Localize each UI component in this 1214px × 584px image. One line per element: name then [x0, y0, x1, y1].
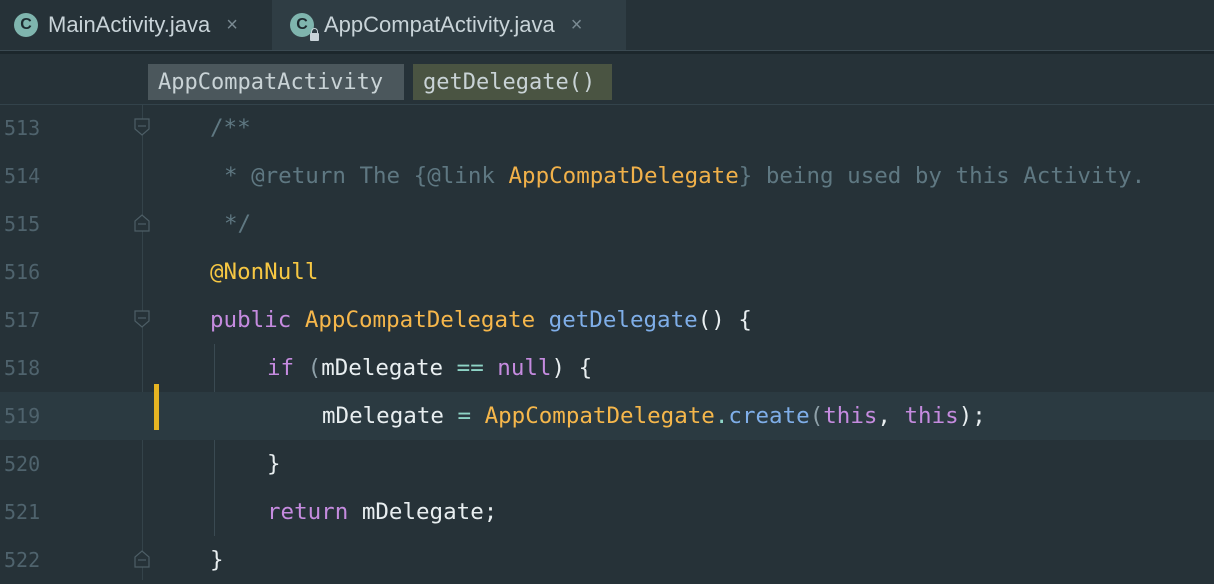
operator-token: = [457, 403, 472, 429]
punct-token: () { [697, 307, 752, 333]
keyword-token: this [904, 403, 959, 429]
identifier-token[interactable]: mDelegate [362, 499, 484, 525]
class-c-locked-icon: C [290, 13, 319, 41]
close-icon[interactable]: × [226, 14, 238, 37]
vcs-change-marker[interactable] [154, 384, 159, 430]
punct-token: ( [294, 355, 322, 381]
code-text: @NonNull [210, 248, 318, 296]
punct-token: ; [483, 499, 498, 525]
method-call-token[interactable]: create [728, 403, 809, 429]
code-text: } [210, 536, 224, 584]
punct-token: ); [958, 403, 986, 429]
code-line: 520 } [0, 440, 1214, 488]
code-text: public AppCompatDelegate getDelegate() { [210, 296, 752, 344]
line-number: 517 [4, 308, 41, 332]
code-text: } [267, 440, 281, 488]
breadcrumb-method[interactable]: getDelegate() [413, 64, 612, 100]
code-text: /** [210, 104, 251, 152]
close-icon[interactable]: × [571, 14, 583, 37]
keyword-token: public [210, 307, 292, 333]
line-number: 515 [4, 212, 41, 236]
tab-label: MainActivity.java [48, 12, 211, 37]
code-text: if (mDelegate == null) { [267, 344, 592, 392]
comment-token: /** [210, 115, 251, 141]
code-line: 521 return mDelegate; [0, 488, 1214, 536]
keyword-token: if [267, 355, 295, 381]
code-editor[interactable]: 513 /** 514 * @return The {@link AppComp… [0, 104, 1214, 580]
tab-main-activity[interactable]: C MainActivity.java × [0, 0, 270, 50]
tab-label: AppCompatActivity.java [324, 12, 555, 37]
tab-appcompat-activity[interactable]: C AppCompatActivity.java × [272, 0, 626, 54]
fold-end-icon[interactable] [134, 214, 150, 232]
comment-token: * @return The {@link [224, 163, 509, 189]
fold-start-icon[interactable] [134, 310, 150, 328]
code-line-current: 519 mDelegate = AppCompatDelegate.create… [0, 392, 1214, 440]
type-token[interactable]: AppCompatDelegate [485, 403, 715, 429]
line-number: 519 [4, 404, 41, 428]
icon-letter: C [296, 16, 308, 33]
code-line: 513 /** [0, 104, 1214, 152]
punct-token: } [267, 451, 281, 477]
annotation-token: @NonNull [210, 259, 319, 285]
line-number: 520 [4, 452, 41, 476]
operator-token: == [456, 355, 484, 381]
code-text: */ [224, 200, 251, 248]
line-number: 518 [4, 356, 41, 380]
line-number: 522 [4, 548, 41, 572]
punct-token: . [714, 403, 729, 429]
code-text: mDelegate = AppCompatDelegate.create(thi… [322, 392, 986, 440]
line-number: 514 [4, 164, 41, 188]
class-c-icon: C [14, 13, 38, 37]
punct-token: ( [809, 403, 824, 429]
keyword-token: null [497, 355, 552, 381]
code-line: 518 if (mDelegate == null) { [0, 344, 1214, 392]
code-line: 514 * @return The {@link AppCompatDelega… [0, 152, 1214, 200]
code-line: 516 @NonNull [0, 248, 1214, 296]
lock-icon [310, 28, 319, 41]
code-text: return mDelegate; [267, 488, 497, 536]
comment-link-token[interactable]: AppCompatDelegate [508, 163, 738, 189]
line-number: 513 [4, 116, 41, 140]
comment-token: } being used by this Activity. [738, 163, 1146, 189]
line-number: 516 [4, 260, 41, 284]
method-name-token[interactable]: getDelegate [549, 307, 698, 333]
fold-end-icon[interactable] [134, 550, 150, 568]
identifier-token[interactable]: mDelegate [322, 403, 444, 429]
editor-tab-bar: C MainActivity.java × C AppCompatActivit… [0, 0, 1214, 55]
keyword-token: this [823, 403, 878, 429]
keyword-token: return [267, 499, 349, 525]
breadcrumb: AppCompatActivity getDelegate() [0, 54, 1214, 105]
punct-token: ) { [551, 355, 593, 381]
code-line: 522 } [0, 536, 1214, 584]
line-number: 521 [4, 500, 41, 524]
code-line: 517 public AppCompatDelegate getDelegate… [0, 296, 1214, 344]
breadcrumb-class[interactable]: AppCompatActivity [148, 64, 404, 100]
identifier-token[interactable]: mDelegate [321, 355, 443, 381]
fold-start-icon[interactable] [134, 118, 150, 136]
code-text: * @return The {@link AppCompatDelegate} … [224, 152, 1145, 200]
punct-token: , [877, 403, 905, 429]
comment-token: */ [224, 211, 252, 237]
type-token[interactable]: AppCompatDelegate [305, 307, 535, 333]
punct-token: } [210, 547, 224, 573]
code-line: 515 */ [0, 200, 1214, 248]
